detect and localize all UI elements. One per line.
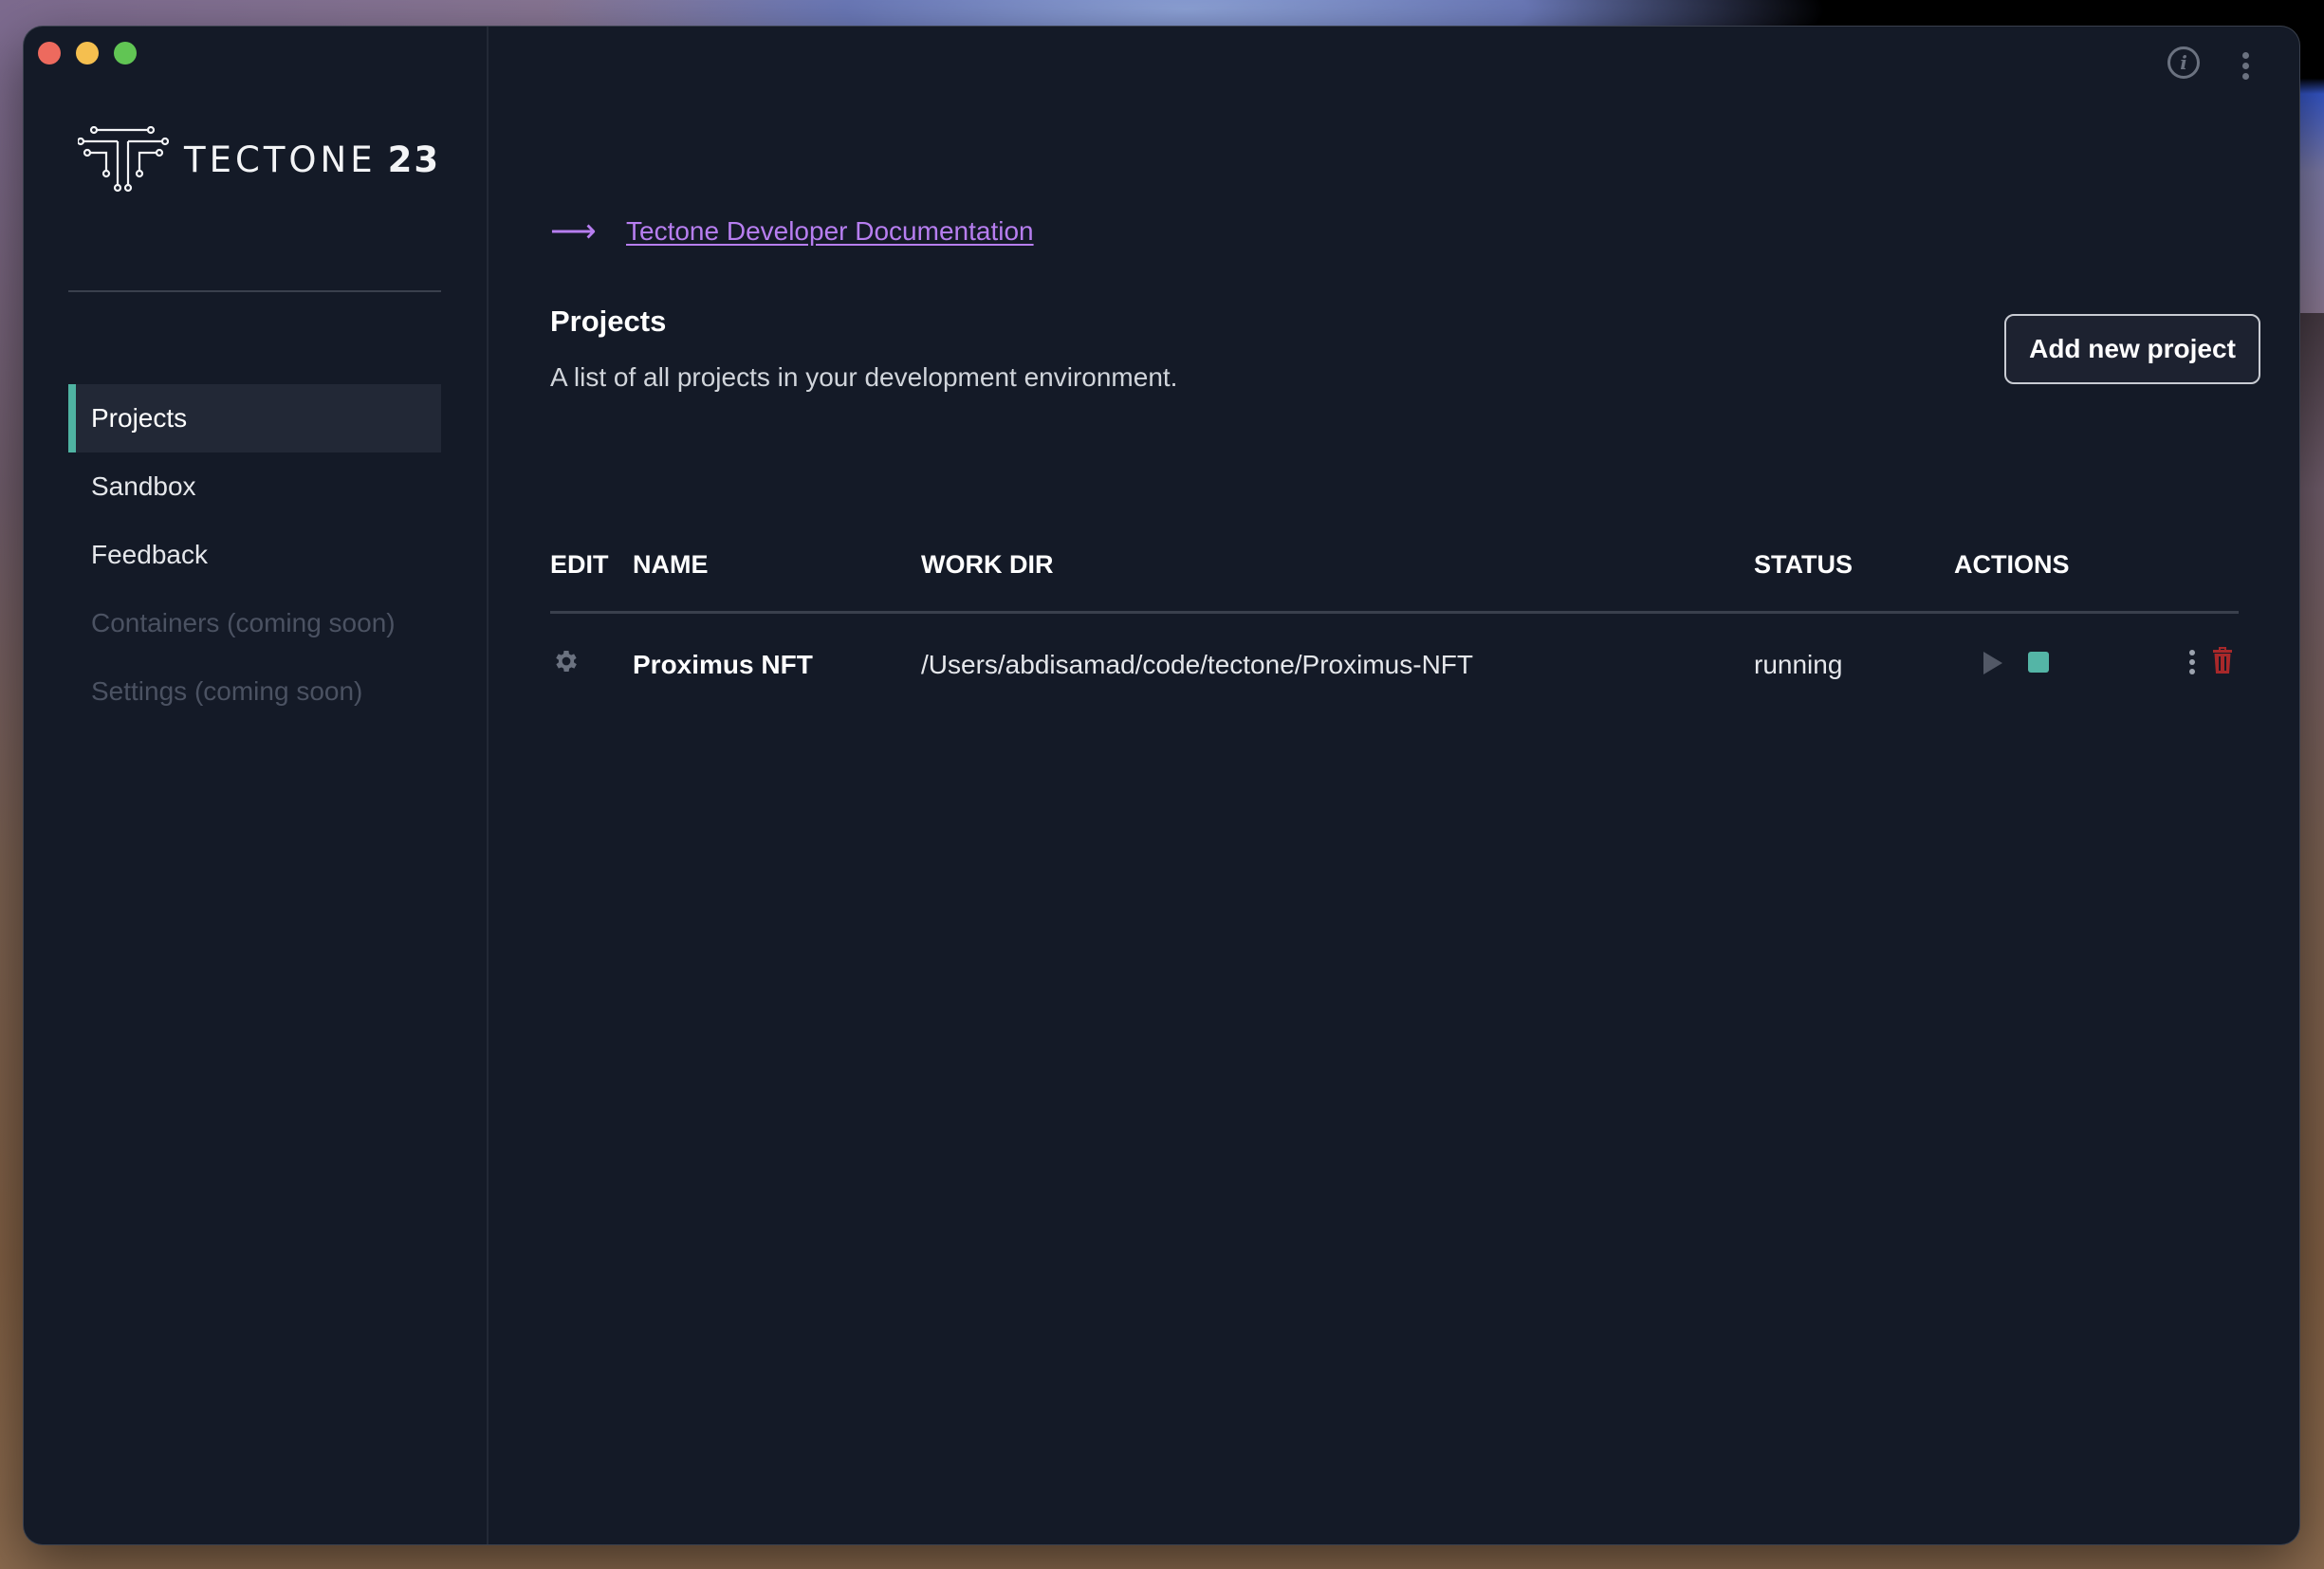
logo: TECTONE 23 bbox=[78, 126, 440, 193]
app-window: i TECTONE 23 Projects Sandbox Feedback C… bbox=[24, 27, 2299, 1544]
sidebar-item-feedback[interactable]: Feedback bbox=[68, 521, 441, 589]
play-icon[interactable] bbox=[1983, 652, 2002, 674]
documentation-link[interactable]: Tectone Developer Documentation bbox=[626, 216, 1034, 247]
sidebar-divider bbox=[68, 290, 441, 292]
sidebar: TECTONE 23 Projects Sandbox Feedback Con… bbox=[24, 27, 489, 1544]
column-header-status: STATUS bbox=[1754, 550, 1853, 579]
column-header-edit: EDIT bbox=[550, 550, 609, 579]
stop-icon[interactable] bbox=[2028, 652, 2049, 673]
logo-wordmark: TECTONE bbox=[184, 138, 377, 180]
sidebar-item-settings: Settings (coming soon) bbox=[91, 676, 363, 706]
page-subtitle: A list of all projects in your developme… bbox=[550, 362, 1178, 392]
page-title: Projects bbox=[550, 305, 667, 338]
project-name[interactable]: Proximus NFT bbox=[633, 650, 813, 680]
gear-icon[interactable] bbox=[552, 647, 581, 675]
sidebar-item-sandbox[interactable]: Sandbox bbox=[68, 452, 441, 521]
trash-icon[interactable] bbox=[2212, 646, 2233, 674]
sidebar-nav: Projects Sandbox Feedback Containers (co… bbox=[68, 384, 441, 726]
sidebar-item-projects[interactable]: Projects bbox=[68, 384, 441, 452]
column-header-actions: ACTIONS bbox=[1954, 550, 2070, 579]
add-new-project-button[interactable]: Add new project bbox=[2004, 314, 2260, 384]
projects-table: EDIT NAME WORK DIR STATUS ACTIONS Proxim… bbox=[550, 539, 2239, 716]
main-content: ⟶ Tectone Developer Documentation Projec… bbox=[550, 27, 2299, 1544]
row-more-icon[interactable] bbox=[2189, 650, 2197, 674]
table-header: EDIT NAME WORK DIR STATUS ACTIONS bbox=[550, 539, 2239, 614]
tectone-logo-icon bbox=[78, 126, 169, 193]
column-header-name: NAME bbox=[633, 550, 709, 579]
column-header-work-dir: WORK DIR bbox=[921, 550, 1054, 579]
arrow-right-icon: ⟶ bbox=[550, 213, 597, 249]
logo-number: 23 bbox=[387, 138, 441, 180]
table-row: Proximus NFT /Users/abdisamad/code/tecto… bbox=[550, 614, 2239, 716]
project-work-dir: /Users/abdisamad/code/tectone/Proximus-N… bbox=[921, 650, 1473, 679]
sidebar-item-containers: Containers (coming soon) bbox=[91, 608, 396, 637]
desktop-wallpaper-edge bbox=[2299, 0, 2324, 313]
documentation-link-row: ⟶ Tectone Developer Documentation bbox=[550, 212, 1034, 250]
project-status: running bbox=[1754, 650, 1843, 679]
